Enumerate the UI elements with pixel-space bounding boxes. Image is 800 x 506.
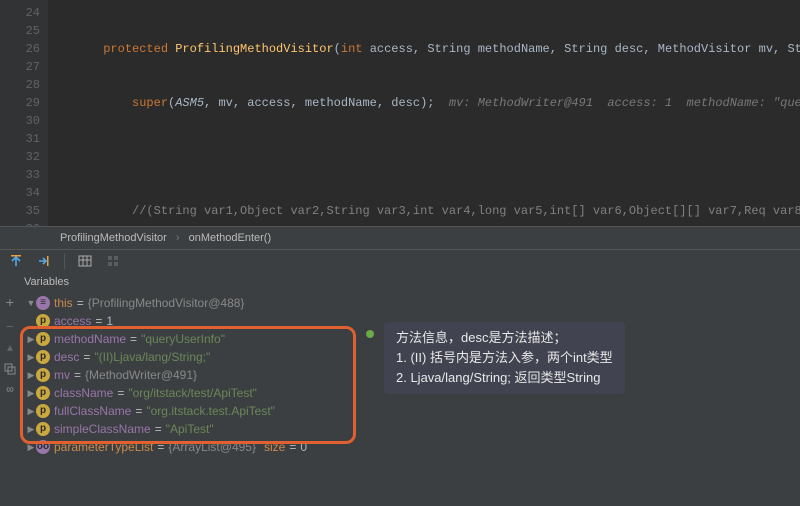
variable-row[interactable]: ▶psimpleClassName = "ApiTest" (22, 420, 800, 438)
line-number[interactable]: 31 (0, 130, 40, 148)
line-number[interactable]: 33 (0, 166, 40, 184)
variable-name: this (54, 294, 73, 312)
chevron-right-icon: › (170, 232, 186, 244)
twistie-icon[interactable]: ▶ (26, 420, 36, 438)
run-to-cursor-icon[interactable] (36, 253, 52, 269)
editor-gutter: 24252627282930313233343536 (0, 0, 48, 226)
table-view-icon[interactable] (77, 253, 93, 269)
variable-value: {ArrayList@495} (168, 438, 256, 456)
editor-code[interactable]: protected ProfilingMethodVisitor(int acc… (48, 0, 800, 226)
variable-badge-icon: p (36, 368, 50, 382)
code-text: //(String var1,Object var2,String var3,i… (60, 204, 800, 218)
link-icon[interactable]: ∞ (6, 383, 13, 397)
line-number[interactable]: 29 (0, 94, 40, 112)
line-number[interactable]: 25 (0, 22, 40, 40)
variable-badge-icon: p (36, 350, 50, 364)
line-number[interactable]: 26 (0, 40, 40, 58)
variable-value: "queryUserInfo" (141, 330, 225, 348)
twistie-icon[interactable]: ▶ (26, 384, 36, 402)
twistie-icon[interactable]: ▶ (26, 366, 36, 384)
variable-value: 1 (106, 312, 113, 330)
variable-row[interactable]: ▼≡this = {ProfilingMethodVisitor@488} (22, 294, 800, 312)
twistie-icon[interactable]: ▶ (26, 438, 36, 456)
variable-badge-icon: ≡ (36, 296, 50, 310)
line-number[interactable]: 27 (0, 58, 40, 76)
variable-name: fullClassName (54, 402, 131, 420)
variable-name: desc (54, 348, 79, 366)
copy-icon[interactable] (4, 363, 16, 375)
variable-badge-icon: p (36, 332, 50, 346)
line-number[interactable]: 28 (0, 76, 40, 94)
variables-header: Variables (0, 272, 800, 292)
grid-icon[interactable] (105, 253, 121, 269)
variables-sidebar: + − ▲ ∞ (0, 292, 20, 460)
variable-value: "org.itstack.test.ApiTest" (146, 402, 275, 420)
variable-name: simpleClassName (54, 420, 151, 438)
twistie-icon[interactable]: ▶ (26, 402, 36, 420)
variable-name: mv (54, 366, 70, 384)
line-number[interactable]: 35 (0, 202, 40, 220)
breadcrumb[interactable]: ProfilingMethodVisitor › onMethodEnter() (0, 226, 800, 250)
variable-name: className (54, 384, 113, 402)
up-icon[interactable]: ▲ (7, 344, 13, 355)
annotation-tooltip: 方法信息，desc是方法描述； 1. (II) 括号内是方法入参，两个int类型… (384, 322, 625, 394)
breadcrumb-item[interactable]: ProfilingMethodVisitor (60, 232, 167, 244)
variable-value: {ProfilingMethodVisitor@488} (88, 294, 245, 312)
variable-value: {MethodWriter@491} (85, 366, 197, 384)
twistie-icon[interactable]: ▼ (26, 294, 36, 312)
twistie-icon[interactable]: ▶ (26, 330, 36, 348)
variable-row[interactable]: ▶pfullClassName = "org.itstack.test.ApiT… (22, 402, 800, 420)
line-number[interactable]: 24 (0, 4, 40, 22)
variable-row[interactable]: ▶ oo parameterTypeList = {ArrayList@495}… (22, 438, 800, 456)
line-number[interactable]: 36 (0, 220, 40, 226)
variable-badge-icon: p (36, 314, 50, 328)
annotation-dot-icon (366, 330, 374, 338)
code-text: super(ASM5, mv, access, methodName, desc… (60, 96, 800, 110)
step-out-icon[interactable] (8, 253, 24, 269)
variable-value: "org/itstack/test/ApiTest" (128, 384, 257, 402)
variable-badge-icon: p (36, 404, 50, 418)
variable-name: access (54, 312, 91, 330)
code-text: protected ProfilingMethodVisitor(int acc… (60, 42, 800, 56)
code-editor[interactable]: 24252627282930313233343536 protected Pro… (0, 0, 800, 226)
variable-value: "(II)Ljava/lang/String;" (94, 348, 210, 366)
line-number[interactable]: 32 (0, 148, 40, 166)
remove-icon[interactable]: − (6, 320, 14, 336)
debugger-panel: Variables + − ▲ ∞ ▼≡this = {ProfilingMet… (0, 250, 800, 506)
variable-name: parameterTypeList (54, 438, 153, 456)
add-icon[interactable]: + (6, 296, 14, 312)
variables-body: + − ▲ ∞ ▼≡this = {ProfilingMethodVisitor… (0, 292, 800, 456)
line-number[interactable]: 30 (0, 112, 40, 130)
variable-badge-icon: p (36, 386, 50, 400)
line-number[interactable]: 34 (0, 184, 40, 202)
breadcrumb-item[interactable]: onMethodEnter() (189, 232, 272, 244)
variable-value: "ApiTest" (166, 420, 214, 438)
variable-name: methodName (54, 330, 126, 348)
variable-badge-icon: p (36, 422, 50, 436)
twistie-icon[interactable]: ▶ (26, 348, 36, 366)
debugger-toolbar (0, 250, 800, 272)
variable-badge-icon: oo (36, 440, 50, 454)
